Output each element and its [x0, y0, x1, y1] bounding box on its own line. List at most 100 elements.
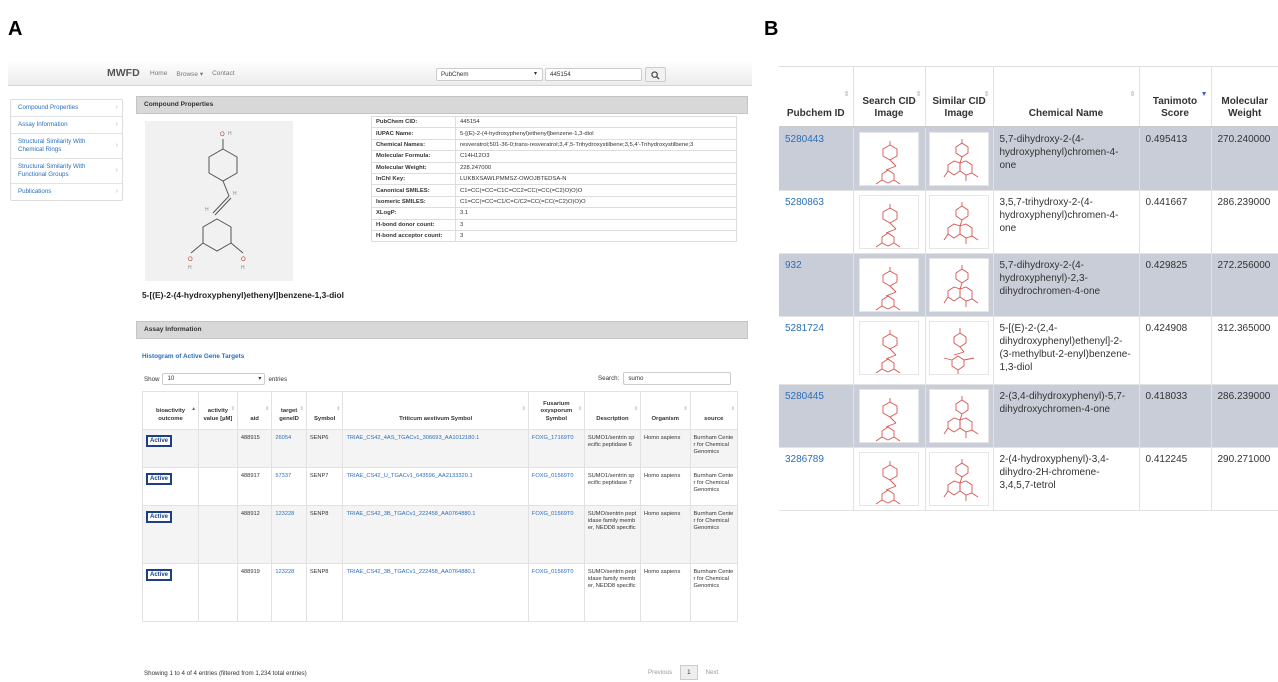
- assay-column-header[interactable]: source ⇕: [689, 391, 739, 430]
- sidebar-item-compound-properties[interactable]: Compound Properties ›: [11, 100, 122, 117]
- table-row: 5280443 5,7-dihydroxy-2-(4-hydroxyphenyl)…: [779, 126, 1278, 190]
- sidebar-item-publications[interactable]: Publications ›: [11, 184, 122, 200]
- histogram-link[interactable]: Histogram of Active Gene Targets: [142, 353, 244, 360]
- pubchem-id-cell: 5281724: [779, 316, 854, 384]
- similar-cid-image[interactable]: [929, 257, 989, 312]
- pubchem-id-link[interactable]: 932: [785, 260, 802, 271]
- similarity-column-header[interactable]: Pubchem ID ⇕: [779, 66, 854, 128]
- search-cid-image[interactable]: [859, 320, 919, 375]
- assay-column-header[interactable]: activity value [µM] ⇕: [198, 391, 238, 430]
- search-cid-image[interactable]: [859, 388, 919, 443]
- column-header-label: aid: [250, 415, 259, 422]
- table-row: 5281724 5-[(E)-2-(2,4-dihydroxyphenyl)eth…: [779, 316, 1278, 384]
- active-badge[interactable]: Active: [146, 435, 173, 447]
- active-badge[interactable]: Active: [146, 473, 173, 485]
- active-badge[interactable]: Active: [146, 569, 173, 581]
- assay-link-gene-id[interactable]: 123228: [275, 511, 294, 517]
- svg-text:H: H: [188, 265, 192, 271]
- molecule-thumbnail: [943, 395, 979, 438]
- assay-column-header[interactable]: Organism ⇕: [639, 391, 691, 430]
- molecule-thumbnail: [875, 266, 901, 310]
- assay-column-header[interactable]: Description ⇕: [583, 391, 641, 430]
- column-header-label: Molecular Weight: [1221, 95, 1269, 119]
- sidebar-item-similarity-rings[interactable]: Structural Similarity With Chemical Ring…: [11, 134, 122, 159]
- sidebar-item-assay-information[interactable]: Assay Information ›: [11, 117, 122, 134]
- pubchem-id-link[interactable]: 5280445: [785, 391, 824, 402]
- assay-link-gene-id[interactable]: 26054: [275, 435, 291, 441]
- pagination-page[interactable]: 1: [680, 665, 698, 680]
- similarity-column-header[interactable]: Similar CID Image ⇕: [925, 66, 994, 128]
- search-cid-image[interactable]: [859, 451, 919, 506]
- pubchem-id-link[interactable]: 3286789: [785, 454, 824, 465]
- pubchem-id-cell: 3286789: [779, 447, 854, 510]
- pubchem-id-link[interactable]: 5280443: [785, 134, 824, 145]
- assay-column-header[interactable]: Triticum aestivum Symbol ⇕: [342, 391, 529, 430]
- entries-select[interactable]: 10 ▾: [162, 373, 266, 385]
- search-label: Search:: [598, 375, 620, 382]
- similarity-column-header[interactable]: Tanimoto Score ▼: [1139, 66, 1212, 128]
- tanimoto-score-cell: 0.441667: [1139, 190, 1212, 253]
- molecule-thumbnail: [875, 203, 901, 247]
- panel-label-a: A: [8, 18, 23, 40]
- nav-home-link[interactable]: Home: [150, 70, 167, 78]
- similar-cid-image[interactable]: [929, 131, 989, 186]
- assay-column-header[interactable]: target geneID ⇕: [271, 391, 307, 430]
- panel-b-similarity-table: Pubchem ID ⇕ Search CID Image ⇕ Similar CID …: [779, 66, 1278, 516]
- assay-column-header[interactable]: Fusarium oxysporum Symbol ⇕: [527, 391, 585, 430]
- assay-link-triticum[interactable]: TRIAE_CS42_3B_TGACv1_222458_AA0764880.1: [346, 569, 475, 575]
- search-cid-image-cell: [853, 316, 926, 384]
- assay-column-header[interactable]: bioactivity outcome ▲: [141, 391, 200, 430]
- search-cid-image[interactable]: [859, 194, 919, 249]
- pubchem-id-link[interactable]: 5281724: [785, 323, 824, 334]
- pubchem-id-cell: 5280445: [779, 384, 854, 447]
- assay-link-triticum[interactable]: TRIAE_CS42_4AS_TGACv1_306693_AA1012180.1: [346, 435, 479, 441]
- svg-text:H: H: [233, 191, 237, 197]
- similarity-column-header[interactable]: Chemical Name ⇕: [993, 66, 1140, 128]
- property-key: H-bond donor count:: [371, 218, 456, 231]
- assay-column-header[interactable]: Symbol ⇕: [305, 391, 344, 430]
- property-key: Isomeric SMILES:: [371, 195, 456, 209]
- assay-link-fusarium[interactable]: FOXG_01569T0: [532, 511, 574, 517]
- pagination-previous[interactable]: Previous: [648, 669, 672, 676]
- svg-text:H: H: [228, 131, 232, 137]
- assay-link-gene-id[interactable]: 57337: [275, 473, 291, 479]
- assay-link-triticum[interactable]: TRIAE_CS42_U_TGACv1_643596_AA2133320.1: [346, 473, 472, 479]
- pagination-next[interactable]: Next: [706, 669, 719, 676]
- assay-link-fusarium[interactable]: FOXG_01569T0: [532, 473, 574, 479]
- similarity-column-header[interactable]: Molecular Weight: [1211, 66, 1278, 128]
- similar-cid-image[interactable]: [929, 320, 989, 375]
- nav-contact-link[interactable]: Contact: [212, 70, 234, 78]
- pubchem-id-link[interactable]: 5280863: [785, 197, 824, 208]
- sidebar-item-similarity-functional-groups[interactable]: Structural Similarity With Functional Gr…: [11, 159, 122, 184]
- brand-logo[interactable]: MWFD: [107, 67, 140, 79]
- search-cid-image[interactable]: [859, 131, 919, 186]
- assay-link-fusarium[interactable]: FOXG_01569T0: [532, 569, 574, 575]
- column-header-label: bioactivity outcome: [155, 408, 186, 422]
- search-cid-image[interactable]: [859, 257, 919, 312]
- tanimoto-score-cell: 0.495413: [1139, 126, 1212, 190]
- search-input[interactable]: 445154: [545, 68, 642, 81]
- property-key: Molecular Weight:: [371, 161, 456, 174]
- sidebar-nav: Compound Properties › Assay Information › …: [10, 99, 123, 201]
- similarity-column-header[interactable]: Search CID Image ⇕: [853, 66, 926, 128]
- assay-link-gene-id[interactable]: 123228: [275, 569, 294, 575]
- assay-link-fusarium[interactable]: FOXG_17169T0: [532, 435, 574, 441]
- sort-icon: ⇕: [983, 91, 990, 98]
- panel-a-web-page: MWFD Home Browse ▾ Contact PubChem ▾ 445…: [8, 58, 752, 680]
- similar-cid-image[interactable]: [929, 194, 989, 249]
- compound-structure-image: O O O H H H H H: [145, 121, 293, 281]
- table-search-input[interactable]: sumo: [623, 372, 732, 385]
- similar-cid-image[interactable]: [929, 388, 989, 443]
- assay-link-triticum[interactable]: TRIAE_CS42_3B_TGACv1_222458_AA0764880.1: [346, 511, 475, 517]
- assay-cell-organism: Homo sapiens: [639, 563, 691, 622]
- property-key: XLogP:: [371, 207, 456, 220]
- database-select[interactable]: PubChem ▾: [436, 68, 543, 81]
- assay-cell-organism: Homo sapiens: [639, 505, 691, 564]
- database-select-value: PubChem: [441, 71, 469, 78]
- nav-browse-menu[interactable]: Browse ▾: [176, 70, 203, 78]
- search-button[interactable]: [645, 67, 666, 82]
- property-row: Canonical SMILES: C1=CC(=CC=C1C=CC2=CC(=C…: [371, 184, 737, 197]
- similar-cid-image[interactable]: [929, 451, 989, 506]
- active-badge[interactable]: Active: [146, 511, 173, 523]
- assay-column-header[interactable]: aid ⇕: [236, 391, 273, 430]
